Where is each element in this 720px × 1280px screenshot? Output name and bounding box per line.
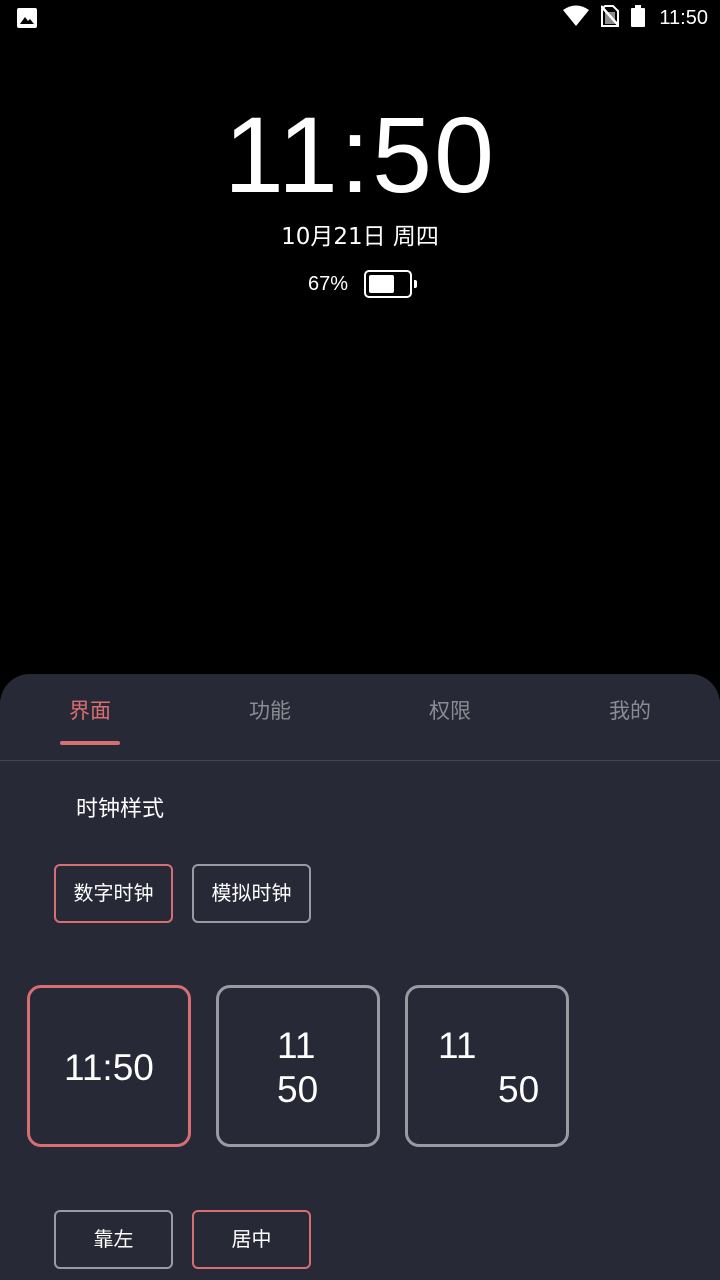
status-bar: 11:50 — [0, 0, 720, 36]
tab-mine[interactable]: 我的 — [540, 696, 720, 726]
image-notification-icon — [17, 8, 37, 28]
clock-time: 11:50 — [223, 94, 497, 215]
align-left-button[interactable]: 靠左 — [54, 1210, 173, 1269]
style-card-inline[interactable]: 11:50 — [27, 985, 191, 1147]
tab-features[interactable]: 功能 — [180, 696, 360, 726]
settings-sheet: 界面 功能 权限 我的 时钟样式 数字时钟 模拟时钟 11:50 11 50 1… — [0, 674, 720, 1280]
battery-status-icon — [631, 5, 646, 31]
no-sim-icon — [600, 5, 621, 31]
section-title-clock-style: 时钟样式 — [76, 797, 165, 822]
battery-icon — [364, 270, 418, 298]
battery-indicator: 67% — [0, 268, 720, 300]
battery-percent: 67% — [307, 272, 349, 295]
active-tab-indicator — [60, 741, 120, 745]
style-card-stacked-hours: 11 — [277, 1025, 316, 1066]
status-time: 11:50 — [659, 6, 708, 29]
battery-fill — [369, 275, 395, 293]
style-card-diagonal-minutes: 50 — [498, 1069, 540, 1110]
screen: 11:50 11:50 10月21日 周四 67% 界面 功能 权限 我的 时钟… — [0, 0, 720, 1280]
style-card-stacked[interactable]: 11 50 — [216, 985, 380, 1147]
style-card-inline-text: 11:50 — [64, 1047, 154, 1088]
tab-bar: 界面 功能 权限 我的 — [0, 674, 720, 761]
battery-tip — [414, 280, 418, 288]
clock-date: 10月21日 周四 — [281, 224, 439, 250]
tab-permissions[interactable]: 权限 — [360, 696, 540, 726]
style-card-diagonal[interactable]: 11 50 — [405, 985, 569, 1147]
style-card-stacked-minutes: 50 — [277, 1069, 319, 1110]
tab-interface[interactable]: 界面 — [0, 696, 180, 726]
style-card-diagonal-hours: 11 — [438, 1025, 477, 1066]
analog-clock-button[interactable]: 模拟时钟 — [192, 864, 311, 923]
status-icons: 11:50 — [563, 5, 708, 31]
align-center-button[interactable]: 居中 — [192, 1210, 311, 1269]
digital-clock-button[interactable]: 数字时钟 — [54, 864, 173, 923]
wifi-icon — [563, 5, 590, 31]
